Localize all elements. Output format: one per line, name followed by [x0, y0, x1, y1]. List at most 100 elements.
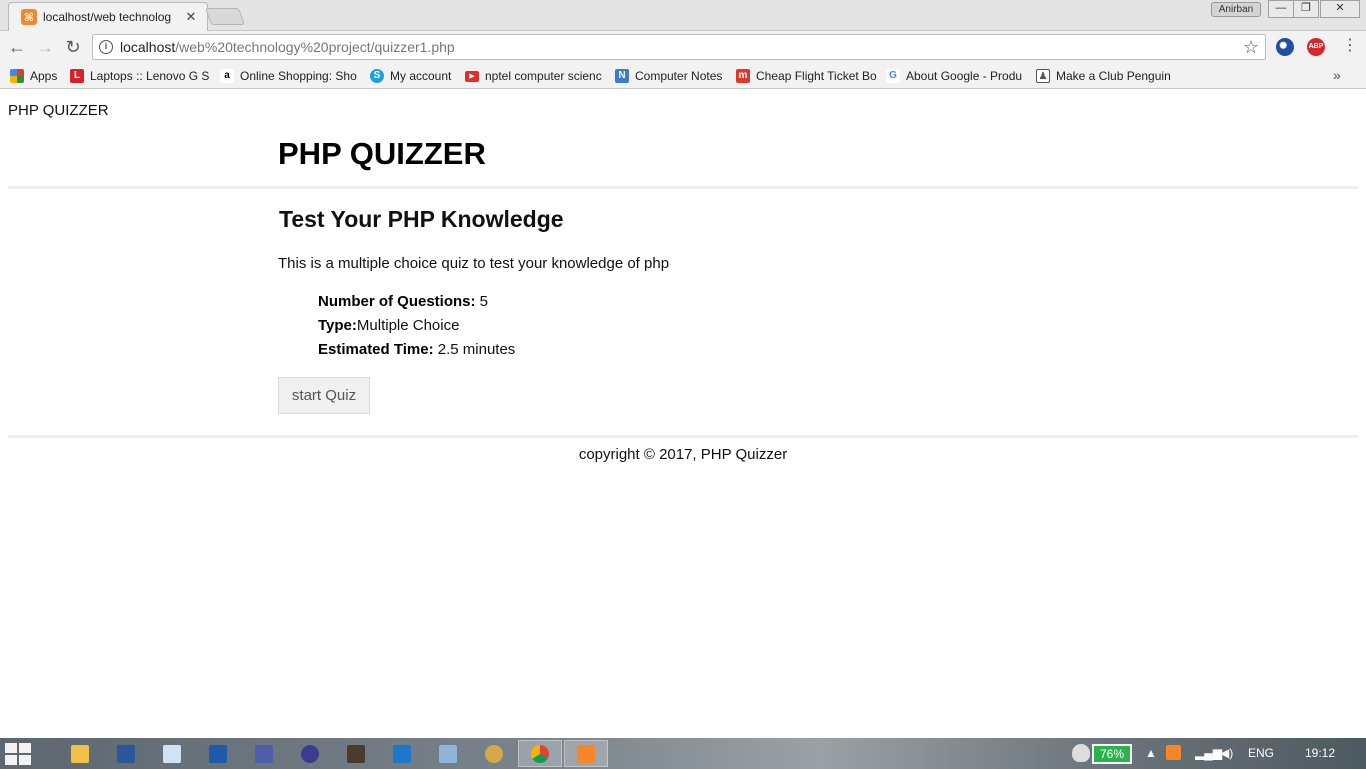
- taskbar-image-viewer[interactable]: [426, 740, 470, 767]
- monitor-icon: [255, 744, 273, 763]
- volume-icon[interactable]: ◀): [1220, 746, 1233, 760]
- fact-label: Number of Questions:: [318, 293, 476, 310]
- youtube-icon: ▶: [465, 70, 479, 82]
- bookmark-label: Make a Club Penguin: [1056, 69, 1171, 83]
- bookmark-label: Cheap Flight Ticket Bo: [756, 69, 876, 83]
- footer-divider: [8, 435, 1358, 438]
- bookmark-label: Online Shopping: Sho: [240, 69, 357, 83]
- extension-globe-icon[interactable]: [1276, 38, 1294, 56]
- clock[interactable]: 19:12: [1305, 746, 1335, 760]
- close-window-button[interactable]: ✕: [1320, 0, 1360, 18]
- bookmark-label: nptel computer scienc: [485, 69, 602, 83]
- page-content: PHP QUIZZER PHP QUIZZER Test Your PHP Kn…: [0, 90, 1366, 738]
- bookmark-label: Laptops :: Lenovo G S: [90, 69, 210, 83]
- bookmark-amazon[interactable]: a Online Shopping: Sho: [220, 67, 358, 85]
- folder-icon: [71, 744, 89, 763]
- chrome-icon: [531, 744, 549, 763]
- footer-copyright: copyright © 2017, PHP Quizzer: [578, 446, 788, 463]
- tray-expand-icon[interactable]: ▲: [1145, 746, 1157, 760]
- notepad-icon: [163, 744, 181, 763]
- xampp-icon: [577, 744, 595, 763]
- bookmarks-bar: Apps L Laptops :: Lenovo G S a Online Sh…: [0, 63, 1366, 89]
- lenovo-l-icon: L: [70, 69, 84, 83]
- bookmark-skype[interactable]: S My account: [370, 67, 458, 85]
- taskbar-xampp[interactable]: [564, 740, 608, 767]
- image-viewer-icon: [439, 744, 457, 763]
- skype-icon: S: [370, 69, 384, 83]
- taskbar-chrome[interactable]: [518, 740, 562, 767]
- bookmark-star-icon[interactable]: ☆: [1243, 37, 1259, 58]
- header-divider: [8, 186, 1358, 189]
- reload-button[interactable]: ↻: [62, 36, 84, 58]
- fact-time: Estimated Time: 2.5 minutes: [318, 341, 515, 365]
- site-brand: PHP QUIZZER: [8, 102, 109, 119]
- bookmarks-overflow-icon[interactable]: »: [1333, 67, 1341, 83]
- word-icon: [117, 744, 135, 763]
- taskbar-monitor[interactable]: [242, 740, 286, 767]
- taskbar-word[interactable]: [104, 740, 148, 767]
- apps-grid-icon: [10, 69, 24, 83]
- site-info-icon[interactable]: i: [99, 40, 113, 54]
- battery-indicator[interactable]: 76%: [1092, 744, 1132, 764]
- back-button[interactable]: ←: [6, 36, 28, 58]
- tab-title: localhost/web technolog: [43, 10, 172, 24]
- browser-tab-active[interactable]: ⌘ localhost/web technolog ✕: [8, 2, 208, 31]
- restore-button[interactable]: ❐: [1293, 0, 1319, 18]
- taskbar-infinity-app[interactable]: [288, 740, 332, 767]
- taskbar-notepad[interactable]: [150, 740, 194, 767]
- google-icon: G: [886, 69, 900, 83]
- bookmark-youtube[interactable]: ▶ nptel computer scienc: [465, 67, 605, 85]
- fact-type: Type:Multiple Choice: [318, 317, 515, 341]
- penguin-icon: ♟: [1036, 69, 1050, 83]
- url-host: localhost: [120, 39, 176, 55]
- bookmark-apps[interactable]: Apps: [10, 67, 62, 85]
- taskbar-paint[interactable]: [472, 740, 516, 767]
- chrome-menu-icon[interactable]: ⋮: [1342, 36, 1358, 56]
- network-signal-icon[interactable]: ▂▄▆: [1195, 746, 1222, 760]
- paint-icon: [485, 744, 503, 763]
- bookmark-lenovo[interactable]: L Laptops :: Lenovo G S: [70, 67, 210, 85]
- bookmark-label: About Google - Produ: [906, 69, 1023, 83]
- profile-user-badge[interactable]: Anirban: [1211, 2, 1261, 17]
- fact-questions: Number of Questions: 5: [318, 293, 515, 317]
- fact-value: 5: [475, 293, 489, 310]
- tab-close-icon[interactable]: ✕: [183, 9, 199, 25]
- taskbar-bracket-app[interactable]: [380, 740, 424, 767]
- bookmark-google[interactable]: G About Google - Produ: [886, 67, 1026, 85]
- section-title: Test Your PHP Knowledge: [279, 206, 564, 232]
- bookmark-makemytrip[interactable]: m Cheap Flight Ticket Bo: [736, 67, 876, 85]
- bookmark-computer-notes[interactable]: N Computer Notes: [615, 67, 727, 85]
- browser-toolbar: ← → ↻ i localhost/web%20technology%20pro…: [0, 31, 1366, 63]
- adblock-plus-icon[interactable]: ABP: [1307, 38, 1325, 56]
- language-indicator[interactable]: ENG: [1248, 746, 1274, 760]
- tray-xampp-icon[interactable]: [1166, 745, 1181, 760]
- quiz-facts-list: Number of Questions: 5 Type:Multiple Cho…: [318, 293, 515, 365]
- fact-label: Type:: [318, 317, 357, 334]
- windows-start-icon[interactable]: [5, 743, 31, 765]
- forward-button[interactable]: →: [34, 36, 56, 58]
- makemytrip-icon: m: [736, 69, 750, 83]
- address-bar[interactable]: i localhost/web%20technology%20project/q…: [92, 34, 1266, 60]
- photos-icon: [209, 744, 227, 763]
- url-path: /web%20technology%20project/quizzer1.php: [175, 39, 455, 55]
- amazon-icon: a: [220, 69, 234, 83]
- fact-value: 2.5 minutes: [433, 341, 516, 358]
- taskbar-photos[interactable]: [196, 740, 240, 767]
- start-quiz-button[interactable]: start Quiz: [278, 377, 370, 414]
- security-shield-icon[interactable]: [1072, 744, 1090, 762]
- fact-value: Multiple Choice: [356, 317, 460, 334]
- terminal-icon: [347, 744, 365, 763]
- minimize-button[interactable]: —: [1268, 0, 1294, 18]
- bookmark-club-penguin[interactable]: ♟ Make a Club Penguin: [1036, 67, 1176, 85]
- fact-label: Estimated Time:: [318, 341, 434, 358]
- infinity-icon: [301, 744, 319, 763]
- quiz-intro: This is a multiple choice quiz to test y…: [278, 255, 670, 272]
- xampp-favicon-icon: ⌘: [21, 9, 37, 25]
- windows-taskbar: 76% ▲ ▂▄▆ ◀) ENG 19:12: [0, 738, 1366, 769]
- bookmark-label: Apps: [30, 69, 58, 83]
- taskbar-terminal[interactable]: [334, 740, 378, 767]
- taskbar-file-explorer[interactable]: [58, 740, 102, 767]
- brackets-icon: [393, 744, 411, 763]
- new-tab-button[interactable]: [204, 8, 246, 25]
- bookmark-label: My account: [390, 69, 452, 83]
